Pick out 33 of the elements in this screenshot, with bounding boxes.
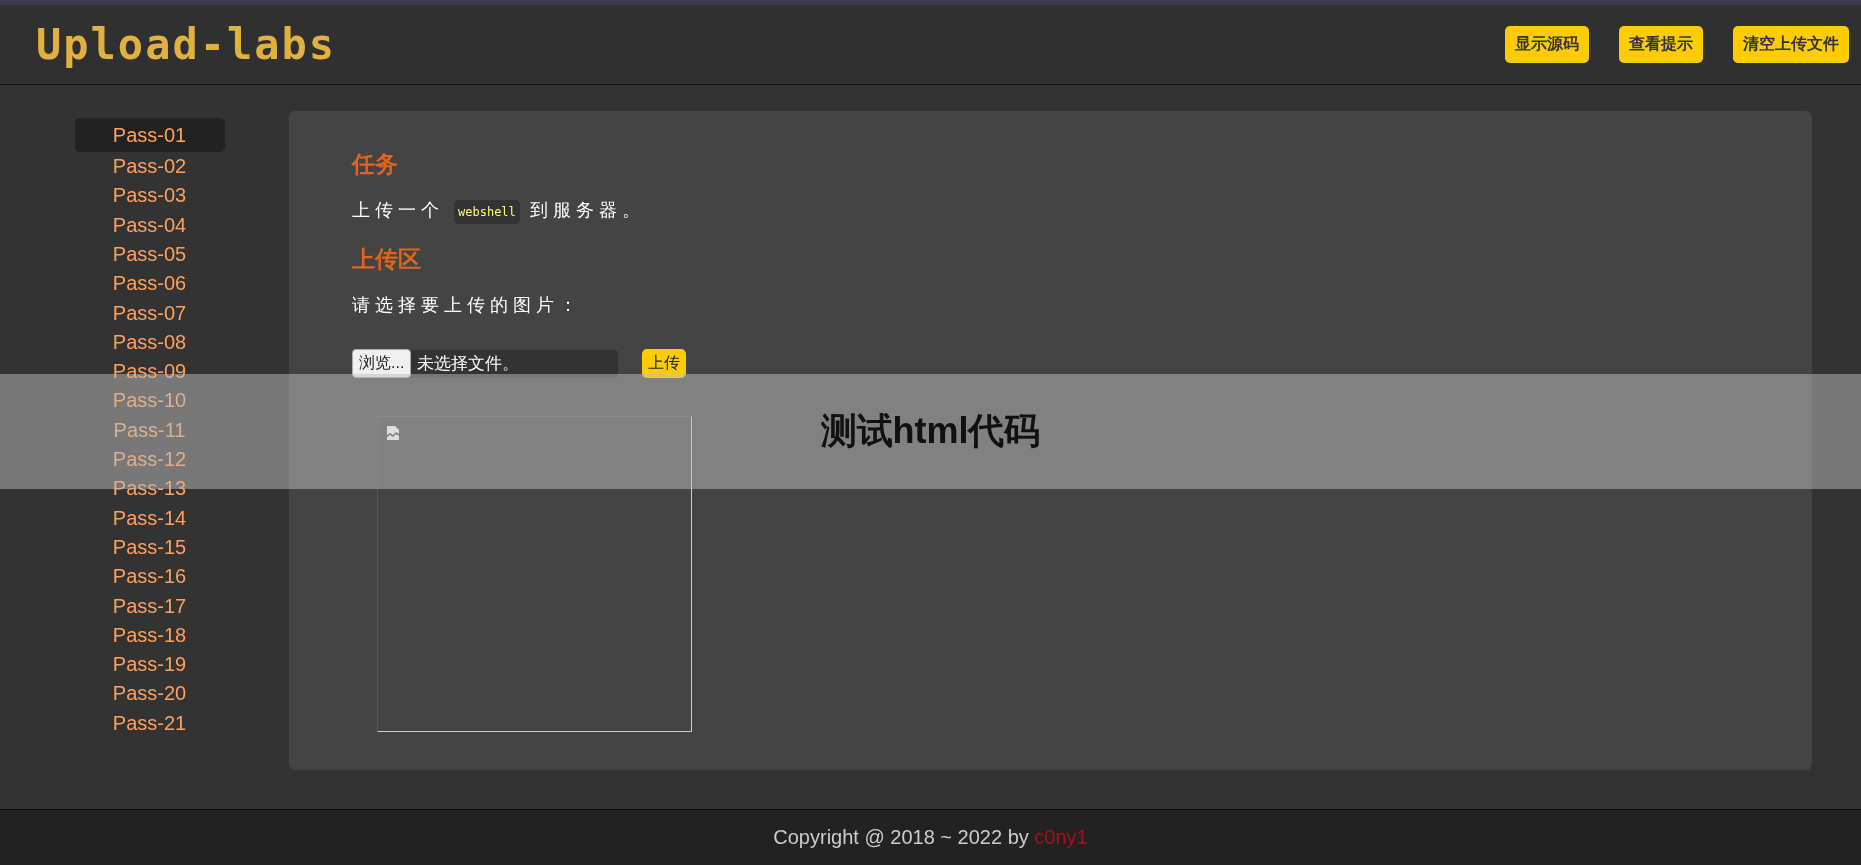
sidebar-item[interactable]: Pass-21	[74, 708, 225, 738]
sidebar-item[interactable]: Pass-03	[74, 181, 225, 211]
logo[interactable]: Upload-labs	[36, 20, 337, 69]
sidebar-item[interactable]: Pass-07	[74, 298, 225, 328]
sidebar-item[interactable]: Pass-01	[74, 118, 225, 153]
section-heading: 上传区	[352, 245, 421, 275]
sidebar-item[interactable]: Pass-20	[74, 679, 225, 709]
sidebar-item[interactable]: Pass-13	[74, 474, 225, 504]
sidebar-item[interactable]: Pass-15	[74, 532, 225, 563]
sidebar-item[interactable]: Pass-08	[74, 327, 225, 358]
broken-image-icon	[386, 425, 400, 442]
sidebar-item[interactable]: Pass-17	[74, 591, 225, 621]
upload-button[interactable]: 上传	[642, 349, 686, 379]
header-button[interactable]: 查看提示	[1619, 26, 1703, 63]
sidebar-item[interactable]: Pass-14	[74, 503, 225, 533]
header-button[interactable]: 清空上传文件	[1733, 26, 1849, 63]
copyright-text: Copyright @ 2018 ~ 2022 by c0ny1	[773, 826, 1088, 849]
sidebar-item[interactable]: Pass-18	[74, 620, 225, 651]
browse-button[interactable]: 浏览...	[352, 349, 412, 379]
section-heading: 任务	[352, 150, 398, 180]
header-button[interactable]: 显示源码	[1505, 26, 1589, 63]
sidebar-item[interactable]: Pass-16	[74, 562, 225, 592]
sidebar-item[interactable]: Pass-02	[74, 152, 225, 182]
file-status: 未选择文件。	[416, 353, 520, 376]
sidebar-item[interactable]: Pass-04	[74, 210, 225, 240]
sidebar-item[interactable]: Pass-19	[74, 650, 225, 680]
sidebar-item[interactable]: Pass-09	[74, 357, 225, 387]
file-input[interactable]: 浏览... 未选择文件。	[352, 349, 618, 378]
banner-text: 测试html代码	[820, 409, 1041, 453]
sidebar-item[interactable]: Pass-05	[74, 239, 225, 270]
task-text: 上传一个 webshell 到服务器。	[352, 198, 645, 223]
sidebar-item[interactable]: Pass-06	[74, 269, 225, 299]
upload-prompt: 请选择要上传的图片：	[352, 294, 582, 318]
